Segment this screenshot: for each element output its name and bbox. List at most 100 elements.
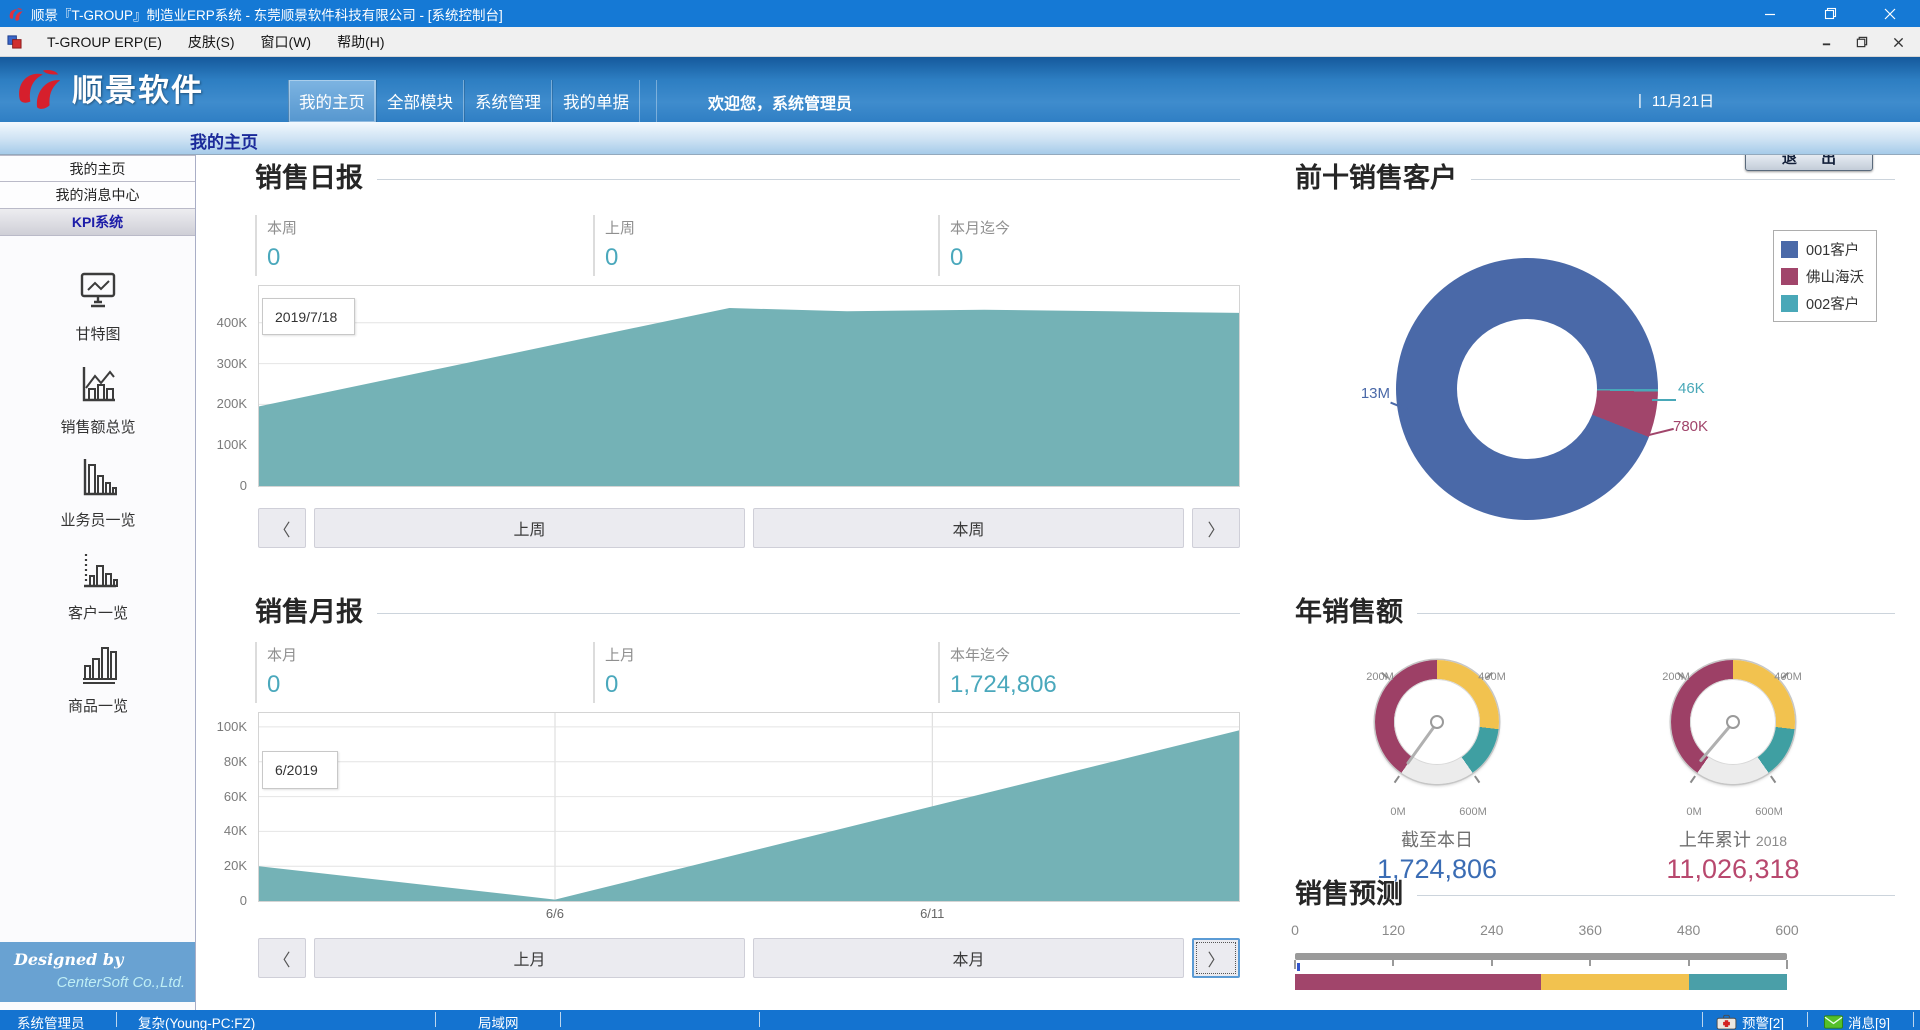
last-month-button[interactable]: 上月 bbox=[314, 938, 745, 978]
gantt-chart-icon bbox=[76, 271, 120, 313]
sidebar-tool-业务员一览[interactable]: 业务员一览 bbox=[60, 457, 135, 530]
this-week-button[interactable]: 本周 bbox=[753, 508, 1184, 548]
menu-item-skin[interactable]: 皮肤(S) bbox=[175, 27, 248, 57]
sidebar-item-KPI系统[interactable]: KPI系统 bbox=[0, 209, 195, 236]
header-tab-bar: 我的主页全部模块系统管理我的单据 bbox=[288, 80, 640, 122]
menu-item-window[interactable]: 窗口(W) bbox=[248, 27, 325, 57]
sidebar-tool-销售额总览[interactable]: 销售额总览 bbox=[60, 364, 135, 437]
top-customers-donut-chart[interactable]: 13M780K46K bbox=[1396, 258, 1658, 520]
title-rule bbox=[377, 179, 1240, 180]
forecast-bullet-chart[interactable]: 0120240360480600 bbox=[1295, 922, 1795, 992]
status-divider bbox=[1702, 1012, 1703, 1027]
gauge-tick-label: 0M bbox=[1674, 806, 1714, 818]
menu-item-erp[interactable]: T-GROUP ERP(E) bbox=[34, 27, 175, 57]
monthly-sales-chart[interactable]: 020K40K60K80K100K 6/66/11 6/2019 bbox=[258, 712, 1240, 902]
company-text: CenterSoft Co.,Ltd. bbox=[57, 974, 185, 991]
legend-label: 001客户 bbox=[1806, 239, 1859, 260]
logo: 顺景软件 bbox=[14, 65, 204, 110]
daily-stats: 本周 0 上周 0 本月迄今 0 bbox=[255, 215, 1240, 276]
mdi-restore-button[interactable] bbox=[1850, 30, 1874, 54]
active-document-tab[interactable]: 我的主页 bbox=[190, 128, 258, 153]
header-tab-我的单据[interactable]: 我的单据 bbox=[552, 80, 640, 122]
sidebar-tool-商品一览[interactable]: 商品一览 bbox=[68, 643, 128, 716]
donut-hole bbox=[1457, 319, 1597, 459]
salesman-list-icon bbox=[76, 457, 120, 499]
stat-value: 0 bbox=[605, 244, 938, 272]
daily-chart-tooltip: 2019/7/18 bbox=[262, 298, 355, 335]
stat-month-to-date: 本月迄今 0 bbox=[938, 215, 1238, 276]
tool-label: 客户一览 bbox=[68, 602, 128, 623]
document-tab-strip: 我的主页 bbox=[0, 122, 1920, 155]
daily-chart-nav: 〈 上周 本周 〉 bbox=[258, 508, 1240, 548]
y-tick-label: 0 bbox=[203, 893, 247, 908]
daily-next-button[interactable]: 〉 bbox=[1192, 508, 1240, 548]
tool-label: 业务员一览 bbox=[60, 509, 135, 530]
status-network: 局域网 bbox=[478, 1012, 519, 1030]
slice-label-46K: 46K bbox=[1678, 380, 1718, 397]
stat-label: 上月 bbox=[605, 644, 938, 665]
message-status[interactable]: 消息[9] bbox=[1824, 1012, 1890, 1030]
slice-leader-line bbox=[1652, 399, 1676, 401]
mdi-minimize-button[interactable] bbox=[1814, 30, 1838, 54]
stat-label: 本月迄今 bbox=[950, 217, 1238, 238]
stat-value: 1,724,806 bbox=[950, 671, 1238, 699]
this-month-button[interactable]: 本月 bbox=[753, 938, 1184, 978]
legend-item[interactable]: 002客户 bbox=[1781, 290, 1868, 317]
gauge-tick-label: 200M bbox=[1360, 671, 1400, 683]
date-text: 11月21日 bbox=[1652, 90, 1714, 111]
header: 顺景软件 我的主页全部模块系统管理我的单据 欢迎您，系统管理员 | 11月21日… bbox=[0, 57, 1920, 122]
menu-item-help[interactable]: 帮助(H) bbox=[324, 27, 397, 57]
legend-item[interactable]: 佛山海沃 bbox=[1781, 263, 1868, 290]
title-rule bbox=[1471, 179, 1895, 180]
restore-button[interactable] bbox=[1818, 2, 1842, 26]
mdi-close-button[interactable] bbox=[1886, 30, 1910, 54]
header-tab-我的主页[interactable]: 我的主页 bbox=[288, 80, 376, 122]
sidebar-item-我的消息中心[interactable]: 我的消息中心 bbox=[0, 182, 195, 209]
logo-text: 顺景软件 bbox=[72, 65, 204, 110]
stat-last-week: 上周 0 bbox=[593, 215, 938, 276]
monthly-next-button[interactable]: 〉 bbox=[1192, 938, 1240, 978]
sidebar-footer: Designed by CenterSoft Co.,Ltd. bbox=[0, 942, 195, 1002]
daily-prev-button[interactable]: 〈 bbox=[258, 508, 306, 548]
axis-number: 360 bbox=[1570, 922, 1610, 938]
daily-title-text: 销售日报 bbox=[255, 156, 363, 195]
gauge-tick bbox=[1770, 775, 1776, 783]
alert-status[interactable]: 预警[2] bbox=[1716, 1012, 1784, 1030]
legend-swatch bbox=[1781, 295, 1798, 312]
minimize-button[interactable] bbox=[1758, 2, 1782, 26]
gauge-caption: 上年累计 2018 bbox=[1633, 826, 1833, 852]
status-machine: 复杂(Young-PC:FZ) bbox=[138, 1012, 255, 1030]
menu-bar: T-GROUP ERP(E) 皮肤(S) 窗口(W) 帮助(H) bbox=[0, 27, 1920, 57]
axis-number: 480 bbox=[1669, 922, 1709, 938]
header-tab-全部模块[interactable]: 全部模块 bbox=[376, 80, 464, 122]
last-week-button[interactable]: 上周 bbox=[314, 508, 745, 548]
gauge-tick bbox=[1394, 775, 1400, 783]
sidebar: 我的主页我的消息中心KPI系统 甘特图销售额总览业务员一览客户一览商品一览 De… bbox=[0, 155, 196, 1010]
sidebar-tool-甘特图[interactable]: 甘特图 bbox=[75, 271, 120, 344]
value-marker bbox=[1297, 963, 1300, 971]
stat-label: 本周 bbox=[267, 217, 593, 238]
monthly-chart-nav: 〈 上月 本月 〉 bbox=[258, 938, 1240, 978]
y-tick-label: 300K bbox=[203, 356, 247, 371]
close-button[interactable] bbox=[1878, 2, 1902, 26]
status-divider bbox=[1913, 1012, 1914, 1027]
message-icon bbox=[1824, 1015, 1843, 1029]
daily-sales-chart[interactable]: 0100K200K300K400K 2019/7/18 bbox=[258, 285, 1240, 487]
y-tick-label: 80K bbox=[203, 754, 247, 769]
sidebar-tool-客户一览[interactable]: 客户一览 bbox=[68, 550, 128, 623]
stat-label: 本年迄今 bbox=[950, 644, 1238, 665]
forecast-title-text: 销售预测 bbox=[1295, 872, 1403, 911]
status-divider bbox=[435, 1012, 436, 1027]
gauge-tick-label: 200M bbox=[1656, 671, 1696, 683]
monthly-prev-button[interactable]: 〈 bbox=[258, 938, 306, 978]
legend-item[interactable]: 001客户 bbox=[1781, 236, 1868, 263]
tool-label: 甘特图 bbox=[75, 323, 120, 344]
header-tab-系统管理[interactable]: 系统管理 bbox=[464, 80, 552, 122]
gauge-tick-label: 400M bbox=[1768, 671, 1808, 683]
y-tick-label: 20K bbox=[203, 858, 247, 873]
sidebar-item-我的主页[interactable]: 我的主页 bbox=[0, 155, 195, 182]
product-list-icon bbox=[76, 643, 120, 685]
stat-value: 0 bbox=[267, 671, 593, 699]
monthly-title-text: 销售月报 bbox=[255, 590, 363, 629]
status-divider bbox=[116, 1012, 117, 1027]
